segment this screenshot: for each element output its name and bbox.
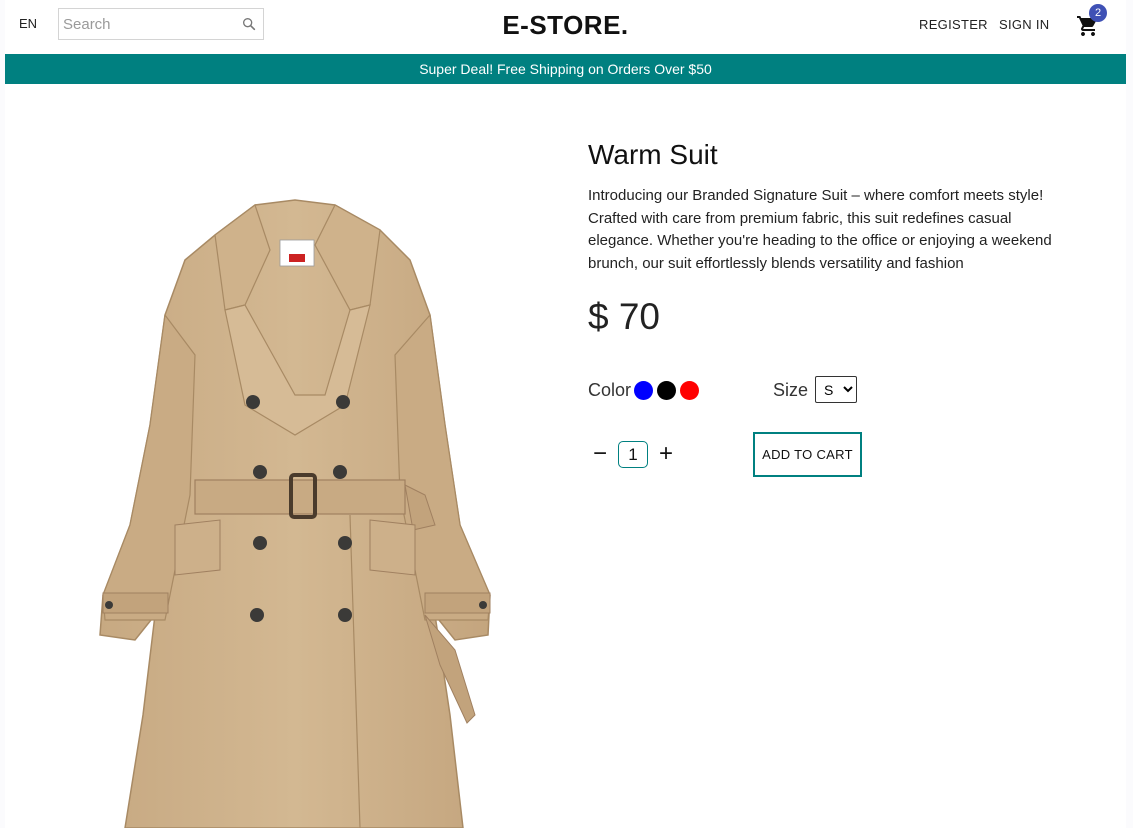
product-price: $ 70	[588, 296, 661, 337]
quantity-increase-button[interactable]: +	[657, 442, 675, 466]
color-swatch-blue[interactable]	[634, 381, 653, 400]
announcement-bar: Super Deal! Free Shipping on Orders Over…	[5, 54, 1126, 84]
product-title: Warm Suit	[588, 139, 718, 170]
page: EN E-STORE. REGISTER SIGN IN 2 Super Dea…	[5, 0, 1126, 828]
sign-in-link[interactable]: SIGN IN	[999, 17, 1050, 32]
add-to-cart-button[interactable]: ADD TO CART	[753, 432, 862, 477]
color-swatch-black[interactable]	[657, 381, 676, 400]
register-link[interactable]: REGISTER	[919, 17, 988, 32]
product-image	[99, 199, 491, 828]
color-swatch-red[interactable]	[680, 381, 699, 400]
quantity-decrease-button[interactable]: −	[591, 442, 609, 466]
color-label: Color	[588, 380, 632, 400]
size-select[interactable]: S	[815, 376, 857, 403]
quantity-value: 1	[618, 441, 648, 468]
size-label: Size	[773, 380, 809, 400]
cart-count-badge: 2	[1089, 4, 1107, 22]
search-input[interactable]	[59, 10, 237, 38]
language-selector[interactable]: EN	[19, 16, 37, 31]
search-icon[interactable]	[241, 16, 257, 32]
product-description: Introducing our Branded Signature Suit –…	[588, 187, 1052, 272]
navbar: EN E-STORE. REGISTER SIGN IN 2	[5, 0, 1126, 54]
search-box	[58, 8, 264, 40]
